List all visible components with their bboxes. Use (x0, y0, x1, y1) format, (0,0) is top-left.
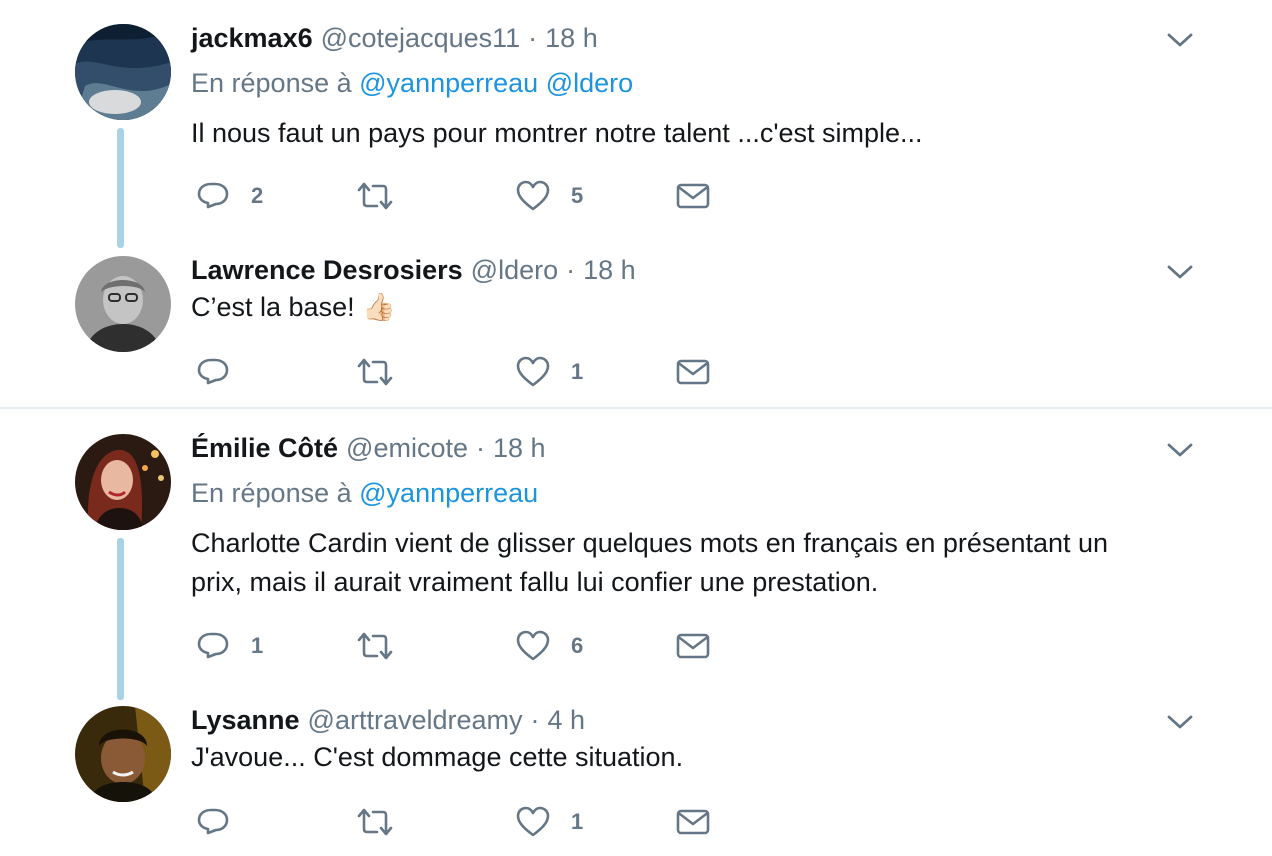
thread-line (117, 538, 124, 700)
envelope-icon (675, 804, 711, 840)
tweet-actions: 1 6 (191, 626, 751, 666)
heart-icon (515, 178, 551, 214)
like-button[interactable]: 6 (515, 626, 583, 666)
timestamp[interactable]: 18 h (545, 23, 598, 54)
retweet-button[interactable] (355, 176, 415, 216)
chevron-down-icon[interactable] (1166, 26, 1194, 54)
retweet-icon (355, 628, 395, 664)
reply-prefix: En réponse à (191, 478, 352, 508)
tweet-text-line: Charlotte Cardin vient de glisser quelqu… (191, 528, 1109, 558)
separator: · (476, 432, 485, 463)
avatar[interactable] (75, 256, 171, 352)
tweet-actions: 1 (191, 352, 751, 392)
retweet-icon (355, 804, 395, 840)
reply-icon (195, 628, 231, 664)
thumbs-up-emoji: 👍🏻 (362, 292, 396, 322)
tweet[interactable]: Lawrence Desrosiers @ldero · 18 h C’est … (0, 248, 1272, 408)
mention-link[interactable]: @yannperreau (359, 478, 538, 508)
retweet-icon (355, 178, 395, 214)
tweet-header: Lysanne @arttraveldreamy · 4 h (191, 700, 585, 740)
tweet[interactable]: Émilie Côté @emicote · 18 h En réponse à… (0, 426, 1272, 700)
retweet-button[interactable] (355, 802, 415, 842)
display-name[interactable]: Lysanne (191, 705, 300, 736)
tweet-actions: 2 5 (191, 176, 751, 216)
tweet-text: C’est la base! 👍🏻 (191, 288, 1181, 327)
envelope-icon (675, 178, 711, 214)
direct-message-button[interactable] (675, 352, 711, 392)
avatar[interactable] (75, 24, 171, 120)
reply-icon (195, 804, 231, 840)
like-count: 5 (571, 183, 584, 208)
username[interactable]: @cotejacques11 (321, 23, 521, 54)
chevron-down-icon[interactable] (1166, 436, 1194, 464)
reply-button[interactable]: 2 (195, 176, 263, 216)
thread-line (117, 128, 124, 248)
tweet-text-content: C’est la base! (191, 292, 355, 322)
reply-button[interactable] (195, 802, 251, 842)
avatar-image (75, 24, 171, 120)
direct-message-button[interactable] (675, 626, 711, 666)
tweet-text: Il nous faut un pays pour montrer notre … (191, 118, 923, 148)
like-button[interactable]: 5 (515, 176, 583, 216)
separator: · (528, 22, 538, 53)
tweet-header: Lawrence Desrosiers @ldero · 18 h (191, 250, 636, 290)
display-name[interactable]: Émilie Côté (191, 433, 338, 464)
conversation-divider (0, 407, 1272, 409)
mention-link[interactable]: @yannperreau (359, 68, 538, 98)
retweet-button[interactable] (355, 352, 415, 392)
reply-button[interactable] (195, 352, 251, 392)
heart-icon (515, 628, 551, 664)
tweet-actions: 1 (191, 802, 751, 842)
avatar[interactable] (75, 434, 171, 530)
envelope-icon (675, 628, 711, 664)
avatar[interactable] (75, 706, 171, 802)
separator: · (566, 254, 576, 285)
username[interactable]: @emicote (346, 433, 468, 464)
avatar-image (75, 706, 171, 802)
avatar-image (75, 434, 171, 530)
reply-count: 1 (251, 633, 264, 658)
heart-icon (515, 354, 551, 390)
like-count: 6 (571, 633, 584, 658)
reply-button[interactable]: 1 (195, 626, 263, 666)
tweet[interactable]: Lysanne @arttraveldreamy · 4 h J'avoue..… (0, 698, 1272, 856)
retweet-button[interactable] (355, 626, 415, 666)
reply-count: 2 (251, 183, 264, 208)
like-count: 1 (571, 809, 584, 834)
username[interactable]: @ldero (471, 255, 558, 286)
like-button[interactable]: 1 (515, 802, 583, 842)
reply-icon (195, 178, 231, 214)
tweet[interactable]: jackmax6 @cotejacques11 · 18 h En répons… (0, 16, 1272, 248)
tweet-text-line: prix, mais il aurait vraiment fallu lui … (191, 567, 879, 597)
like-button[interactable]: 1 (515, 352, 583, 392)
timestamp[interactable]: 18 h (493, 433, 546, 464)
envelope-icon (675, 354, 711, 390)
display-name[interactable]: jackmax6 (191, 23, 313, 54)
tweet-text: Charlotte Cardin vient de glisser quelqu… (191, 524, 1181, 602)
tweet-header: Émilie Côté @emicote · 18 h (191, 428, 546, 468)
mention-link[interactable]: @ldero (546, 68, 633, 98)
like-count: 1 (571, 359, 584, 384)
display-name[interactable]: Lawrence Desrosiers (191, 255, 463, 286)
username[interactable]: @arttraveldreamy (308, 705, 523, 736)
reply-context: En réponse à @yannperreau @ldero (191, 68, 633, 99)
reply-context: En réponse à @yannperreau (191, 478, 538, 509)
retweet-icon (355, 354, 395, 390)
reply-prefix: En réponse à (191, 68, 352, 98)
chevron-down-icon[interactable] (1166, 258, 1194, 286)
separator: · (530, 704, 540, 735)
timestamp[interactable]: 18 h (583, 255, 636, 286)
timestamp[interactable]: 4 h (548, 705, 586, 736)
tweet-text: J'avoue... C'est dommage cette situation… (191, 742, 684, 772)
heart-icon (515, 804, 551, 840)
tweet-header: jackmax6 @cotejacques11 · 18 h (191, 18, 598, 58)
chevron-down-icon[interactable] (1166, 708, 1194, 736)
direct-message-button[interactable] (675, 802, 711, 842)
avatar-image (75, 256, 171, 352)
direct-message-button[interactable] (675, 176, 711, 216)
reply-icon (195, 354, 231, 390)
